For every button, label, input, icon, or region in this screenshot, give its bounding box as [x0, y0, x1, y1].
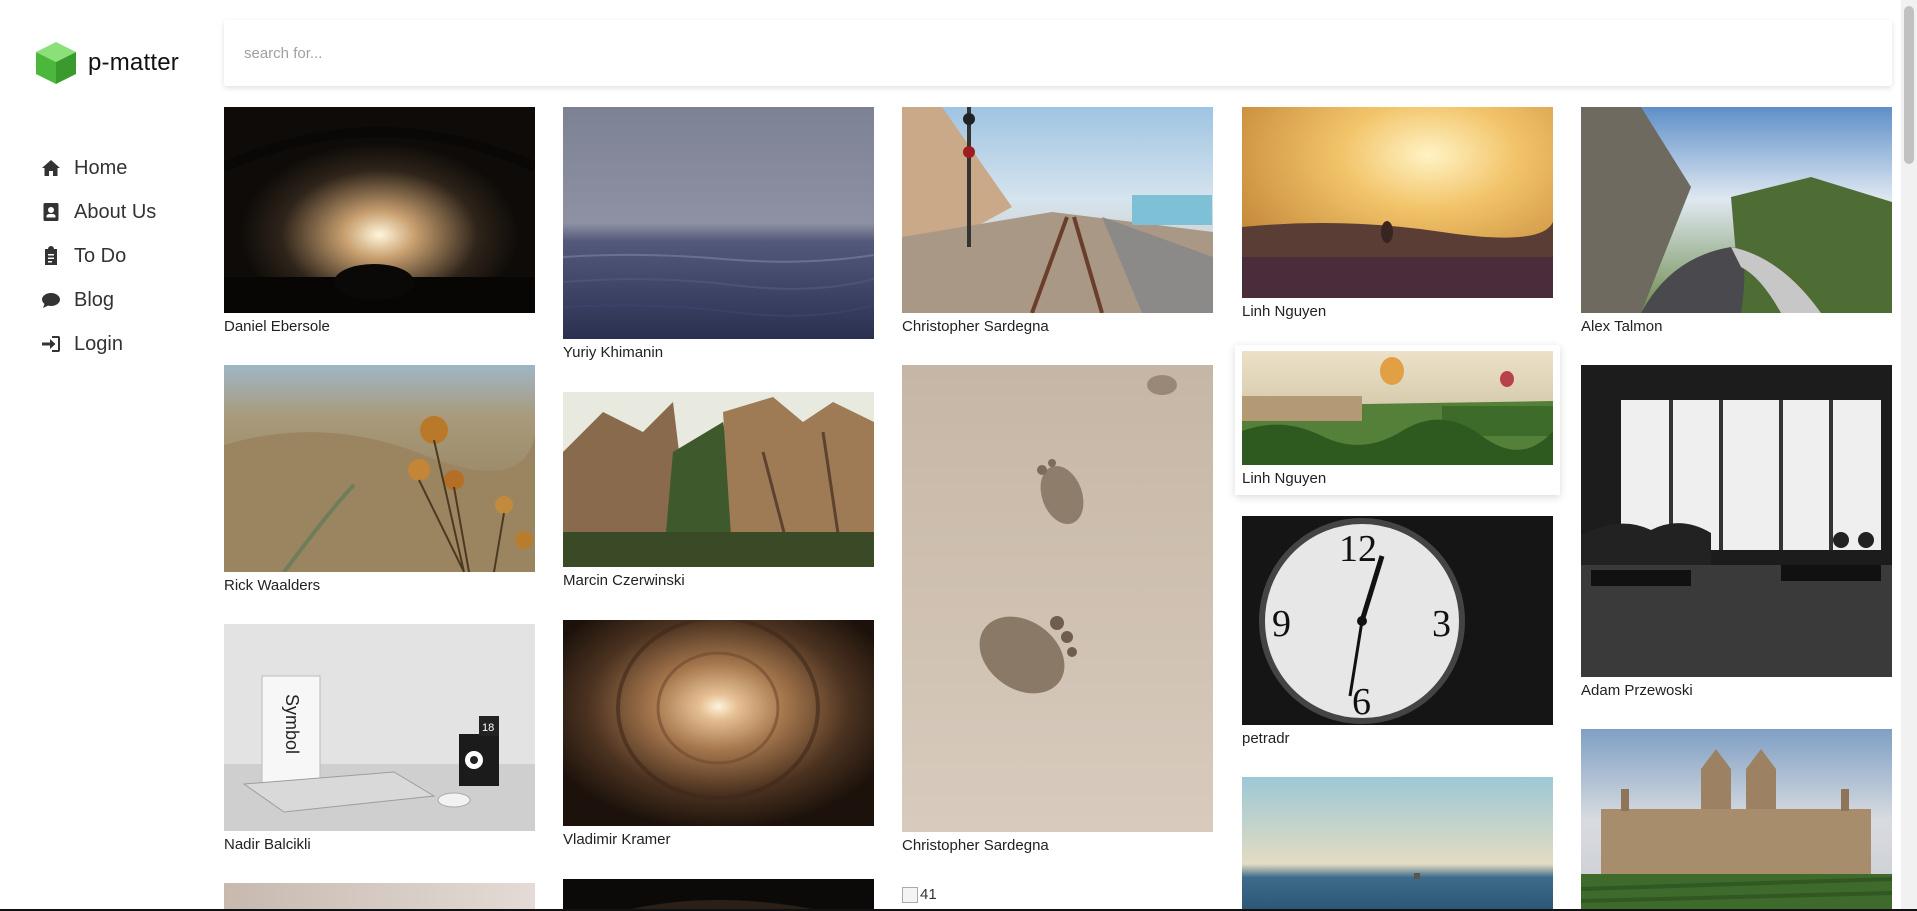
photo-card[interactable]: [224, 883, 535, 911]
svg-text:9: 9: [1272, 603, 1291, 645]
photo-concert: [224, 107, 535, 313]
svg-text:6: 6: [1352, 681, 1371, 723]
photo-card[interactable]: Christopher Sardegna: [902, 365, 1213, 854]
photo-author: Yuriy Khimanin: [563, 344, 664, 361]
nav-label: Login: [74, 332, 123, 355]
photo-desk-laptop: Symbol 18: [224, 624, 535, 831]
nav-item-to-do[interactable]: To Do: [40, 234, 156, 278]
photo-card[interactable]: Daniel Ebersole: [224, 107, 535, 335]
photo-author: Christopher Sardegna: [902, 837, 1049, 854]
nav-item-about-us[interactable]: About Us: [40, 190, 156, 234]
photo-author: Linh Nguyen: [1242, 303, 1327, 320]
nav-item-login[interactable]: Login: [40, 322, 156, 366]
photo-card[interactable]: Adam Przewoski: [1581, 365, 1892, 699]
photo-card[interactable]: 12 3 6 9 petradr: [1242, 516, 1553, 747]
photo-author: Christopher Sardegna: [902, 318, 1049, 335]
photo-sea-horizon: [1242, 777, 1553, 911]
address-card-icon: [40, 201, 62, 223]
broken-image-alt: 41: [920, 886, 937, 903]
photo-card[interactable]: Symbol 18 Nadir Balcikli: [224, 624, 535, 853]
sidebar: p-matter Home About Us To Do Blog Login: [0, 0, 210, 911]
home-icon: [40, 157, 62, 179]
photo-foggy-sea: [563, 107, 874, 339]
svg-text:18: 18: [482, 722, 494, 734]
photo-author: Rick Waalders: [224, 577, 321, 594]
cube-logo-icon: [36, 42, 76, 84]
photo-card[interactable]: Christopher Sardegna: [902, 107, 1213, 335]
photo-card[interactable]: Rick Waalders: [224, 365, 535, 594]
nav-label: Home: [74, 156, 128, 179]
search-input[interactable]: [224, 20, 1892, 86]
nav-label: To Do: [74, 244, 127, 267]
photo-card[interactable]: Linh Nguyen: [1235, 345, 1560, 495]
photo-card[interactable]: Marcin Czerwinski: [563, 392, 874, 589]
brand[interactable]: p-matter: [34, 40, 179, 86]
photo-thistle-valley: [224, 365, 535, 572]
svg-text:3: 3: [1432, 603, 1451, 645]
photo-clock: 12 3 6 9: [1242, 516, 1553, 725]
photo-card[interactable]: [563, 879, 874, 911]
photo-card[interactable]: [1242, 777, 1553, 911]
photo-author: Linh Nguyen: [1242, 470, 1327, 487]
photo-card[interactable]: [1581, 729, 1892, 911]
svg-text:Symbol: Symbol: [282, 694, 302, 754]
nav-item-home[interactable]: Home: [40, 146, 156, 190]
photo-partial-dark: [563, 879, 874, 911]
brand-name: p-matter: [88, 49, 179, 76]
photo-card[interactable]: Alex Talmon: [1581, 107, 1892, 335]
photo-library: [1581, 365, 1892, 677]
photo-author: Daniel Ebersole: [224, 318, 330, 335]
photo-balloons: [1242, 351, 1553, 465]
comment-icon: [40, 289, 62, 311]
photo-mountain-road: [1581, 107, 1892, 313]
photo-author: petradr: [1242, 730, 1290, 747]
search-bar: [224, 20, 1892, 86]
photo-card[interactable]: Vladimir Kramer: [563, 620, 874, 848]
photo-rocks: [563, 392, 874, 567]
photo-card[interactable]: Linh Nguyen: [1242, 107, 1553, 320]
photo-sunset-runner: [1242, 107, 1553, 298]
main-nav: Home About Us To Do Blog Login: [40, 146, 156, 366]
photo-card[interactable]: Yuriy Khimanin: [563, 107, 874, 361]
photo-author: Adam Przewoski: [1581, 682, 1693, 699]
photo-author: Nadir Balcikli: [224, 836, 311, 853]
nav-item-blog[interactable]: Blog: [40, 278, 156, 322]
photo-author: Vladimir Kramer: [563, 831, 671, 848]
photo-footprints: [902, 365, 1213, 832]
broken-image: 41: [902, 886, 937, 903]
nav-label: About Us: [74, 200, 157, 223]
photo-railway: [902, 107, 1213, 313]
nav-label: Blog: [74, 288, 115, 311]
sign-in-icon: [40, 333, 62, 355]
photo-author: Alex Talmon: [1581, 318, 1663, 335]
clipboard-icon: [40, 245, 62, 267]
scrollbar-thumb[interactable]: [1904, 6, 1914, 164]
svg-text:12: 12: [1339, 528, 1377, 570]
broken-image-icon: [902, 886, 918, 903]
photo-college: [1581, 729, 1892, 911]
photo-author: Marcin Czerwinski: [563, 572, 685, 589]
photo-tunnel: [563, 620, 874, 826]
photo-partial-light: [224, 883, 535, 911]
scrollbar[interactable]: [1901, 0, 1917, 911]
